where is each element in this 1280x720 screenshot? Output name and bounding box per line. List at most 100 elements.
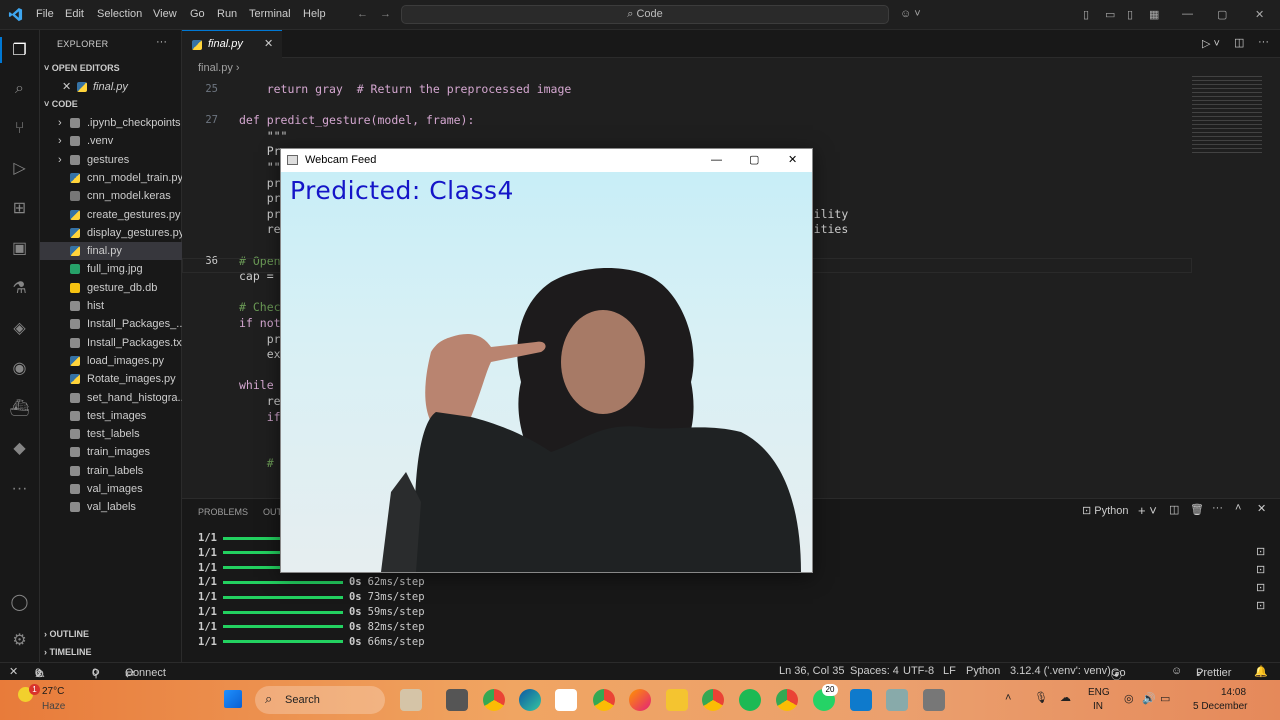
file-item[interactable]: hist: [40, 297, 182, 315]
code-line[interactable]: while: [239, 378, 274, 392]
onedrive-icon[interactable]: ☁: [1060, 691, 1071, 704]
chrome-icon[interactable]: [483, 689, 505, 711]
copilot-icon[interactable]: ☺ ˅: [900, 8, 921, 20]
minimize-icon[interactable]: —: [1182, 8, 1193, 20]
show-hidden-icons[interactable]: ˄: [1005, 692, 1011, 704]
close-editor-icon[interactable]: ✕: [62, 78, 71, 96]
testing-icon[interactable]: ⚗: [9, 278, 30, 299]
close-tab-icon[interactable]: ✕: [264, 31, 273, 58]
copilot-status-icon[interactable]: ☺: [1171, 665, 1182, 677]
encoding[interactable]: UTF-8: [903, 665, 934, 677]
menu-run[interactable]: Run: [217, 8, 237, 20]
file-item[interactable]: load_images.py: [40, 352, 182, 370]
timeline-header[interactable]: › TIMELINE: [44, 647, 92, 657]
search-icon[interactable]: ⌕: [9, 78, 30, 99]
close-panel-icon[interactable]: ✕: [1257, 502, 1266, 515]
customize-layout-icon[interactable]: ▦: [1149, 8, 1159, 21]
file-item[interactable]: val_images: [40, 480, 182, 498]
file-item[interactable]: › .venv: [40, 132, 182, 150]
app-icon[interactable]: [886, 689, 908, 711]
more-icon[interactable]: ···: [9, 478, 30, 499]
file-item[interactable]: test_images: [40, 407, 182, 425]
vscode-taskbar-icon[interactable]: [850, 689, 872, 711]
file-item[interactable]: › .ipynb_checkpoints: [40, 114, 182, 132]
file-item[interactable]: cnn_model_train.py: [40, 169, 182, 187]
close-icon[interactable]: ✕: [1255, 8, 1264, 21]
file-explorer-icon[interactable]: [666, 689, 688, 711]
terminal-instance-icon[interactable]: ⊡: [1256, 599, 1265, 612]
spotify-icon[interactable]: [739, 689, 761, 711]
file-item[interactable]: create_gestures.py: [40, 206, 182, 224]
python-icon[interactable]: ◈: [9, 318, 30, 339]
file-item[interactable]: set_hand_histogra...: [40, 389, 182, 407]
kill-terminal-icon[interactable]: 🗑: [1190, 503, 1204, 516]
code-line[interactable]: """: [239, 129, 288, 143]
breadcrumb[interactable]: final.py ›: [182, 58, 1082, 78]
volume-icon[interactable]: 🔊: [1142, 692, 1156, 705]
forward-arrow-icon[interactable]: →: [380, 8, 391, 20]
terminal-instance-icon[interactable]: ⊡: [1256, 545, 1265, 558]
tab-final-py[interactable]: final.py ✕: [182, 30, 282, 58]
close-icon[interactable]: ✕: [788, 149, 797, 172]
menu-edit[interactable]: Edit: [65, 8, 84, 20]
maximize-icon[interactable]: ▢: [1217, 8, 1227, 21]
webcam-taskbar-icon[interactable]: [923, 689, 945, 711]
file-item[interactable]: full_img.jpg: [40, 260, 182, 278]
code-line[interactable]: return gray # Return the preprocessed im…: [239, 82, 572, 96]
weather-condition[interactable]: Haze: [42, 701, 65, 712]
terminal-instance-icon[interactable]: ⊡: [1256, 563, 1265, 576]
terminal-shell-select[interactable]: ⊡ Python: [1082, 504, 1129, 517]
microphone-icon[interactable]: 🎙: [1034, 691, 1048, 704]
menu-file[interactable]: File: [36, 8, 54, 20]
taskbar-search[interactable]: ⌕ Search: [255, 686, 385, 714]
cursor-position[interactable]: Ln 36, Col 35: [779, 665, 844, 677]
menu-terminal[interactable]: Terminal: [249, 8, 291, 20]
firefox-icon[interactable]: [629, 689, 651, 711]
panel-more-icon[interactable]: ···: [1212, 502, 1223, 514]
weather-temp[interactable]: 27°C: [42, 686, 64, 697]
menu-go[interactable]: Go: [190, 8, 205, 20]
file-item[interactable]: Install_Packages.txt: [40, 334, 182, 352]
file-item[interactable]: train_labels: [40, 462, 182, 480]
run-debug-icon[interactable]: ▷: [9, 158, 30, 179]
minimize-icon[interactable]: —: [711, 149, 722, 172]
notifications-icon[interactable]: 🔔: [1254, 665, 1268, 678]
editor-more-icon[interactable]: ···: [1258, 36, 1269, 48]
code-line[interactable]: def predict_gesture(model, frame):: [239, 113, 474, 127]
file-item[interactable]: train_images: [40, 443, 182, 461]
extensions-icon[interactable]: ⊞: [9, 198, 30, 219]
menu-selection[interactable]: Selection: [97, 8, 142, 20]
input-region[interactable]: IN: [1093, 701, 1103, 712]
file-item[interactable]: Rotate_images.py: [40, 370, 182, 388]
docker-icon[interactable]: ⛴: [9, 398, 30, 419]
minimap[interactable]: [1192, 76, 1262, 156]
webcam-titlebar[interactable]: Webcam Feed — ▢ ✕: [281, 149, 812, 172]
widgets-icon[interactable]: [400, 689, 422, 711]
webcam-window[interactable]: Webcam Feed — ▢ ✕ Predicted: Class4: [280, 148, 813, 573]
battery-icon[interactable]: ▭: [1160, 692, 1170, 705]
source-control-icon[interactable]: ⑂: [9, 118, 30, 139]
code-line[interactable]: if not: [239, 316, 281, 330]
maximize-panel-icon[interactable]: ˄: [1235, 502, 1241, 514]
indentation[interactable]: Spaces: 4: [850, 665, 899, 677]
file-item[interactable]: val_labels: [40, 498, 182, 516]
outline-header[interactable]: › OUTLINE: [44, 629, 89, 639]
split-editor-icon[interactable]: ◫: [1234, 36, 1244, 49]
split-terminal-icon[interactable]: ◫: [1169, 503, 1179, 516]
manage-gear-icon[interactable]: ⚙: [9, 630, 30, 651]
terminal-instance-icon[interactable]: ⊡: [1256, 581, 1265, 594]
maximize-icon[interactable]: ▢: [749, 149, 759, 172]
store-icon[interactable]: [555, 689, 577, 711]
open-editors-header[interactable]: ˅ OPEN EDITORS: [44, 63, 120, 73]
code-line[interactable]: if: [239, 410, 281, 424]
run-python-file-icon[interactable]: ▷ ˅: [1202, 37, 1220, 50]
clock-date[interactable]: 5 December: [1193, 701, 1247, 712]
tab-problems[interactable]: PROBLEMS: [198, 507, 248, 517]
chrome-profile-icon[interactable]: [593, 689, 615, 711]
start-windows-icon[interactable]: [224, 690, 242, 708]
open-editor-item[interactable]: ✕ final.py: [40, 78, 182, 96]
wifi-icon[interactable]: ◎: [1124, 692, 1134, 705]
file-item[interactable]: cnn_model.keras: [40, 187, 182, 205]
folder-header[interactable]: ˅ CODE: [44, 99, 78, 109]
new-terminal-icon[interactable]: + ˅: [1138, 503, 1157, 518]
